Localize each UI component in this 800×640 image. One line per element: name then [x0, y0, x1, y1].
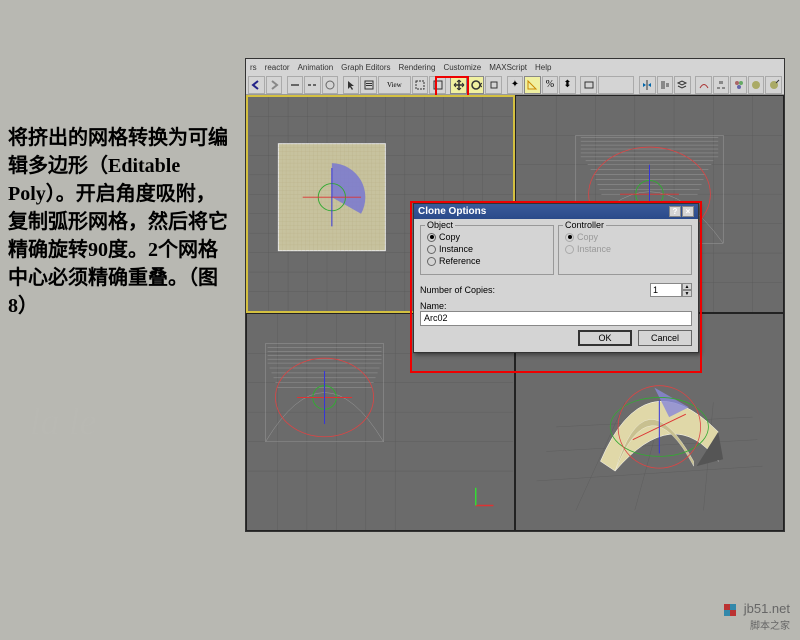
align-button[interactable]: [657, 76, 674, 94]
dialog-title-text: Clone Options: [418, 206, 486, 217]
menu-item[interactable]: Customize: [443, 63, 481, 72]
watermark: jb51.net 脚本之家: [723, 601, 790, 632]
selection-filter[interactable]: View: [378, 76, 411, 94]
dialog-titlebar[interactable]: Clone Options ? ×: [414, 204, 698, 219]
controller-group-label: Controller: [563, 220, 606, 230]
move-button[interactable]: [450, 76, 467, 94]
copies-input[interactable]: 1: [650, 283, 682, 297]
undo-button[interactable]: [248, 76, 265, 94]
radio-ctrl-copy: [565, 233, 574, 242]
named-selection-input[interactable]: [598, 76, 634, 94]
menubar: rs reactor Animation Graph Editors Rende…: [246, 59, 784, 75]
select-button[interactable]: [343, 76, 360, 94]
select-region-button[interactable]: [412, 76, 429, 94]
menu-item[interactable]: reactor: [265, 63, 290, 72]
object-group: Object Copy Instance Reference: [420, 225, 554, 275]
scale-button[interactable]: [485, 76, 502, 94]
radio-ctrl-instance: [565, 245, 574, 254]
percent-snap-button[interactable]: %: [542, 76, 559, 94]
angle-snap-button[interactable]: [524, 76, 541, 94]
ok-button[interactable]: OK: [578, 330, 632, 346]
redo-button[interactable]: [266, 76, 283, 94]
unlink-button[interactable]: [304, 76, 321, 94]
rotate-button[interactable]: [468, 76, 485, 94]
quick-render-button[interactable]: [765, 76, 782, 94]
radio-copy[interactable]: [427, 233, 436, 242]
curve-editor-button[interactable]: [695, 76, 712, 94]
window-crossing-button[interactable]: [429, 76, 446, 94]
select-by-name-button[interactable]: [360, 76, 377, 94]
menu-item[interactable]: rs: [250, 63, 257, 72]
main-toolbar: View ✦ % ⬍: [246, 75, 784, 95]
bind-button[interactable]: [322, 76, 339, 94]
menu-item[interactable]: Rendering: [399, 63, 436, 72]
spin-up-button[interactable]: ▲: [682, 283, 692, 290]
logo-icon: [723, 603, 737, 617]
radio-reference[interactable]: [427, 257, 436, 266]
spinner-snap-button[interactable]: ⬍: [559, 76, 576, 94]
dialog-help-button[interactable]: ?: [669, 206, 681, 217]
name-label: Name:: [420, 301, 692, 311]
link-button[interactable]: [287, 76, 304, 94]
dialog-close-button[interactable]: ×: [682, 206, 694, 217]
clone-options-dialog: Clone Options ? × Object Copy Instance R…: [413, 203, 699, 353]
app-window: rs reactor Animation Graph Editors Rende…: [245, 58, 785, 532]
instruction-text: 将挤出的网格转换为可编辑多边形（Editable Poly）。开启角度吸附，复制…: [8, 124, 230, 320]
render-scene-button[interactable]: [748, 76, 765, 94]
spin-down-button[interactable]: ▼: [682, 290, 692, 297]
controller-group: Controller Copy Instance: [558, 225, 692, 275]
copies-label: Number of Copies:: [420, 285, 495, 295]
cancel-button[interactable]: Cancel: [638, 330, 692, 346]
menu-item[interactable]: Graph Editors: [341, 63, 390, 72]
schematic-button[interactable]: [713, 76, 730, 94]
radio-instance[interactable]: [427, 245, 436, 254]
named-selection-button[interactable]: [580, 76, 597, 94]
menu-item[interactable]: Help: [535, 63, 551, 72]
watermark-bg: la le: [30, 400, 96, 444]
menu-item[interactable]: MAXScript: [489, 63, 527, 72]
snap-button[interactable]: ✦: [507, 76, 524, 94]
layers-button[interactable]: [674, 76, 691, 94]
mirror-button[interactable]: [639, 76, 656, 94]
object-group-label: Object: [425, 220, 455, 230]
material-editor-button[interactable]: [730, 76, 747, 94]
menu-item[interactable]: Animation: [298, 63, 334, 72]
name-input[interactable]: Arc02: [420, 311, 692, 326]
